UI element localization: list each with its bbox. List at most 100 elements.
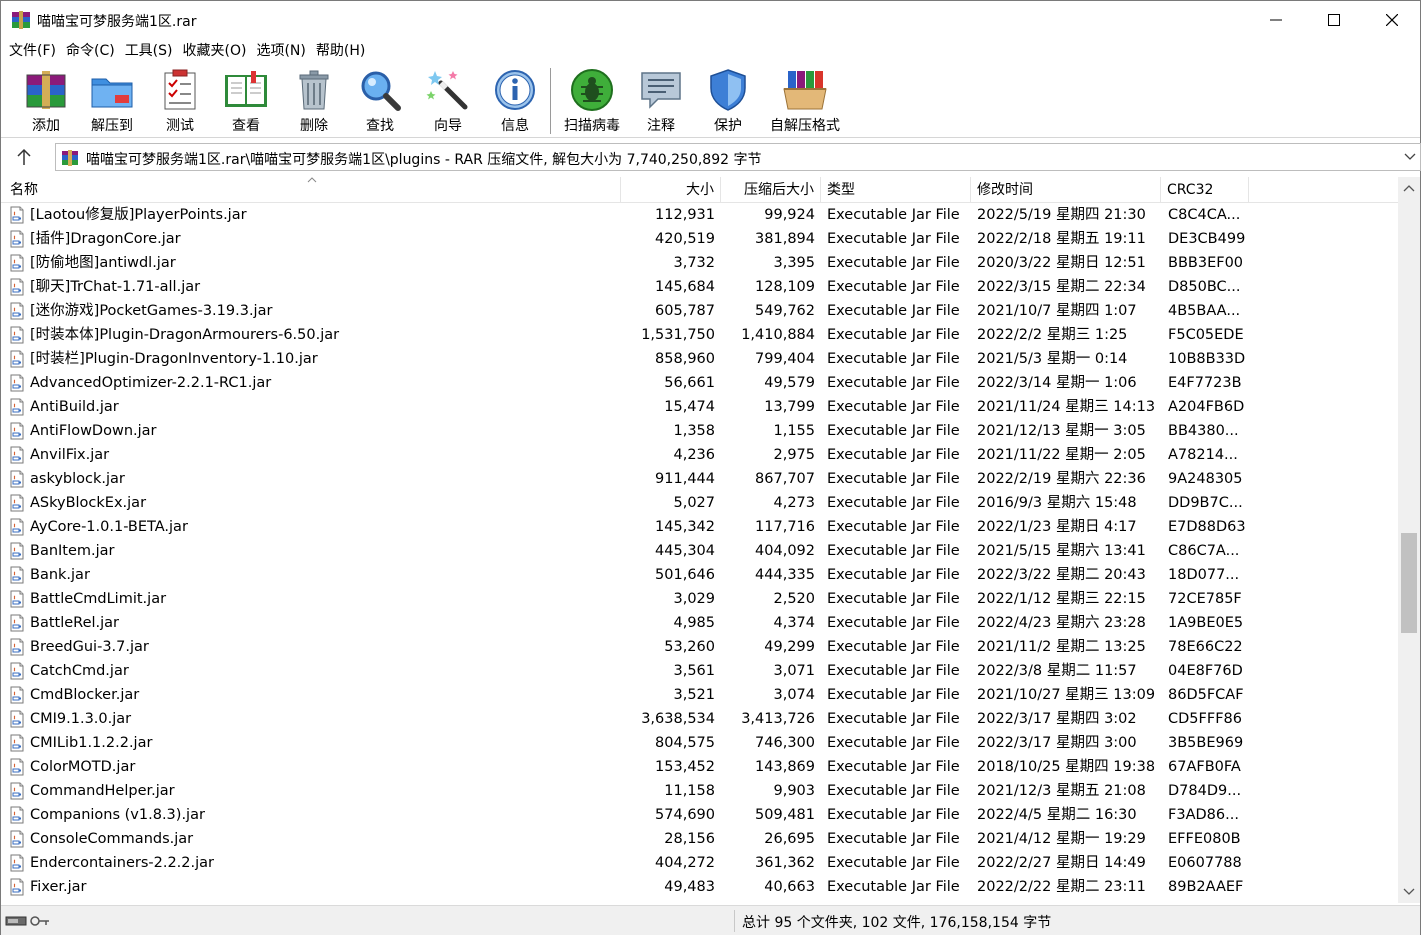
table-row[interactable]: AdvancedOptimizer-2.2.1-RC1.jar 56,661 49,… xyxy=(1,371,1398,395)
file-packed-size: 26,695 xyxy=(764,831,815,847)
table-row[interactable]: Companions (v1.8.3).jar 574,690 509,481 Exe… xyxy=(1,803,1398,827)
minimize-button[interactable] xyxy=(1247,1,1305,39)
chevron-down-icon[interactable] xyxy=(1404,152,1416,162)
column-header-crc32[interactable]: CRC32 xyxy=(1161,177,1249,203)
table-row[interactable]: [防偷地图]antiwdl.jar 3,732 3,395 Executable Ja… xyxy=(1,251,1398,275)
file-modified: 2022/3/22 星期二 20:43 xyxy=(977,567,1146,583)
jar-file-icon xyxy=(10,710,24,728)
rar-archive-icon xyxy=(62,150,78,166)
file-modified: 2021/10/27 星期三 13:09 xyxy=(977,687,1156,703)
table-row[interactable]: [聊天]TrChat-1.71-all.jar 145,684 128,109 Exe… xyxy=(1,275,1398,299)
menu-help[interactable]: 帮助(H) xyxy=(311,39,370,63)
jar-file-icon xyxy=(10,854,24,872)
protect-button[interactable]: 保护 xyxy=(705,67,751,137)
scroll-down-icon[interactable] xyxy=(1403,887,1415,897)
table-row[interactable]: [Laotou修复版]PlayerPoints.jar 112,931 99,924… xyxy=(1,203,1398,227)
file-type: Executable Jar File xyxy=(827,279,960,295)
file-packed-size: 867,707 xyxy=(755,471,815,487)
delete-button[interactable]: 删除 xyxy=(291,67,337,137)
file-type: Executable Jar File xyxy=(827,519,960,535)
table-row[interactable]: CMI9.1.3.0.jar 3,638,534 3,413,726 Executab… xyxy=(1,707,1398,731)
table-row[interactable]: AntiBuild.jar 15,474 13,799 Executable Jar … xyxy=(1,395,1398,419)
table-row[interactable]: CatchCmd.jar 3,561 3,071 Executable Jar Fil… xyxy=(1,659,1398,683)
table-row[interactable]: ASkyBlockEx.jar 5,027 4,273 Executable Jar … xyxy=(1,491,1398,515)
file-packed-size: 444,335 xyxy=(755,567,815,583)
info-icon xyxy=(495,70,535,110)
file-modified: 2022/3/14 星期一 1:06 xyxy=(977,375,1137,391)
file-name: [时装栏]Plugin-DragonInventory-1.10.jar xyxy=(30,351,318,367)
menu-favorites[interactable]: 收藏夹(O) xyxy=(178,39,252,63)
file-modified: 2021/4/12 星期一 19:29 xyxy=(977,831,1146,847)
extract-to-button[interactable]: 解压到 xyxy=(87,67,137,137)
table-row[interactable]: AntiFlowDown.jar 1,358 1,155 Executable Jar… xyxy=(1,419,1398,443)
table-row[interactable]: [插件]DragonCore.jar 420,519 381,894 Executab… xyxy=(1,227,1398,251)
menu-tools[interactable]: 工具(S) xyxy=(120,39,178,63)
table-row[interactable]: BreedGui-3.7.jar 53,260 49,299 Executable J… xyxy=(1,635,1398,659)
table-row[interactable]: Bank.jar 501,646 444,335 Executable Jar Fil… xyxy=(1,563,1398,587)
add-button[interactable]: 添加 xyxy=(23,67,69,137)
maximize-button[interactable] xyxy=(1305,1,1363,39)
table-row[interactable]: BanItem.jar 445,304 404,092 Executable Jar … xyxy=(1,539,1398,563)
table-row[interactable]: CmdBlocker.jar 3,521 3,074 Executable Jar F… xyxy=(1,683,1398,707)
wizard-button[interactable]: 向导 xyxy=(425,67,471,137)
column-header-type[interactable]: 类型 xyxy=(821,177,971,203)
view-button[interactable]: 查看 xyxy=(221,67,271,137)
scroll-up-icon[interactable] xyxy=(1403,183,1415,193)
column-header-modified[interactable]: 修改时间 xyxy=(971,177,1161,203)
file-crc32: 78E66C22 xyxy=(1168,639,1243,655)
file-size: 911,444 xyxy=(655,471,715,487)
test-button[interactable]: 测试 xyxy=(157,67,203,137)
file-name: [插件]DragonCore.jar xyxy=(30,231,181,247)
file-size: 3,029 xyxy=(673,591,715,607)
virus-scan-button[interactable]: 扫描病毒 xyxy=(561,67,623,137)
file-type: Executable Jar File xyxy=(827,855,960,871)
comment-button[interactable]: 注释 xyxy=(638,67,684,137)
info-button[interactable]: 信息 xyxy=(492,67,538,137)
up-folder-button[interactable] xyxy=(13,147,35,167)
table-row[interactable]: [迷你游戏]PocketGames-3.19.3.jar 605,787 549,7… xyxy=(1,299,1398,323)
menu-options[interactable]: 选项(N) xyxy=(251,39,310,63)
file-modified: 2022/2/2 星期三 1:25 xyxy=(977,327,1128,343)
table-row[interactable]: Endercontainers-2.2.2.jar 404,272 361,362 E… xyxy=(1,851,1398,875)
find-button[interactable]: 查找 xyxy=(357,67,403,137)
delete-icon xyxy=(299,70,329,110)
table-row[interactable]: AyCore-1.0.1-BETA.jar 145,342 117,716 Execu… xyxy=(1,515,1398,539)
table-row[interactable]: [时装本体]Plugin-DragonArmourers-6.50.jar 1,5… xyxy=(1,323,1398,347)
file-type: Executable Jar File xyxy=(827,567,960,583)
table-row[interactable]: BattleCmdLimit.jar 3,029 2,520 Executable J… xyxy=(1,587,1398,611)
table-row[interactable]: askyblock.jar 911,444 867,707 Executable Ja… xyxy=(1,467,1398,491)
table-row[interactable]: BattleRel.jar 4,985 4,374 Executable Jar Fi… xyxy=(1,611,1398,635)
file-size: 4,236 xyxy=(673,447,715,463)
find-icon xyxy=(361,71,401,111)
table-row[interactable]: AnvilFix.jar 4,236 2,975 Executable Jar Fil… xyxy=(1,443,1398,467)
menu-file[interactable]: 文件(F) xyxy=(4,39,61,63)
file-crc32: D850BC... xyxy=(1168,279,1241,295)
file-size: 574,690 xyxy=(655,807,715,823)
file-size: 112,931 xyxy=(655,207,715,223)
sfx-button[interactable]: 自解压格式 xyxy=(767,67,843,137)
table-row[interactable]: Fixer.jar 49,483 40,663 Executable Jar File… xyxy=(1,875,1398,899)
drive-key-icon[interactable] xyxy=(5,914,51,928)
file-type: Executable Jar File xyxy=(827,687,960,703)
close-button[interactable] xyxy=(1363,1,1421,39)
column-header-size[interactable]: 大小 xyxy=(621,177,721,203)
scroll-thumb[interactable] xyxy=(1401,533,1417,633)
file-size: 53,260 xyxy=(664,639,715,655)
table-row[interactable]: ConsoleCommands.jar 28,156 26,695 Executabl… xyxy=(1,827,1398,851)
test-label: 测试 xyxy=(166,118,194,134)
file-size: 420,519 xyxy=(655,231,715,247)
jar-file-icon xyxy=(10,734,24,752)
menu-commands[interactable]: 命令(C) xyxy=(61,39,120,63)
winrar-window: 喵喵宝可梦服务端1区.rar 文件(F) 命令(C) 工具(S) 收藏夹(O) … xyxy=(0,0,1421,935)
vertical-scrollbar[interactable] xyxy=(1398,177,1420,903)
table-row[interactable]: CMILib1.1.2.2.jar 804,575 746,300 Executabl… xyxy=(1,731,1398,755)
file-modified: 2022/1/12 星期三 22:15 xyxy=(977,591,1146,607)
table-row[interactable]: CommandHelper.jar 11,158 9,903 Executable J… xyxy=(1,779,1398,803)
column-header-packed[interactable]: 压缩后大小 xyxy=(721,177,821,203)
address-field[interactable]: 喵喵宝可梦服务端1区.rar\喵喵宝可梦服务端1区\plugins - RAR … xyxy=(55,143,1421,171)
table-row[interactable]: [时装栏]Plugin-DragonInventory-1.10.jar 858,… xyxy=(1,347,1398,371)
file-name: CMILib1.1.2.2.jar xyxy=(30,735,153,751)
file-packed-size: 9,903 xyxy=(773,783,815,799)
jar-file-icon xyxy=(10,326,24,344)
table-row[interactable]: ColorMOTD.jar 153,452 143,869 Executable Ja… xyxy=(1,755,1398,779)
